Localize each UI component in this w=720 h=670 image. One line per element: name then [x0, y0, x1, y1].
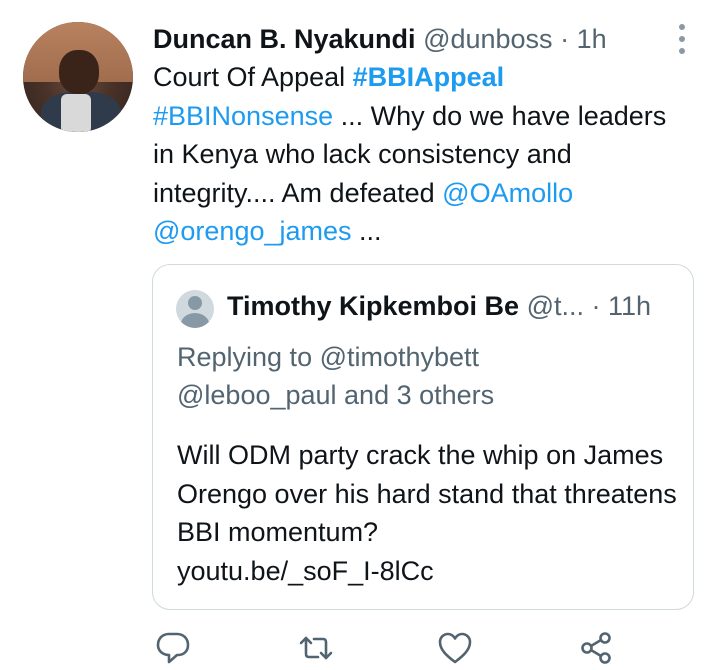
quoted-header-separator: ·: [591, 291, 601, 321]
quoted-tweet-time: 11h: [608, 291, 652, 321]
tweet-text-part: ...: [351, 216, 382, 246]
retweet-icon[interactable]: [298, 630, 334, 666]
mention-oamollo[interactable]: @OAmollo: [442, 178, 573, 208]
author-name[interactable]: Duncan B. Nyakundi: [153, 24, 416, 54]
quoted-author-name: Timothy Kipkemboi Be: [227, 291, 520, 321]
replying-others: @leboo_paul and 3 others: [177, 380, 495, 410]
more-dot: [679, 36, 685, 42]
replying-prefix: Replying to: [177, 342, 320, 372]
author-avatar[interactable]: [23, 22, 133, 132]
tweet-header: Duncan B. Nyakundi @dunboss · 1h: [153, 20, 680, 58]
like-icon[interactable]: [437, 630, 473, 666]
mention-orengo-james[interactable]: @orengo_james: [153, 216, 352, 246]
tweet-actions: [0, 630, 720, 670]
quoted-tweet-text: Will ODM party crack the whip on James O…: [177, 436, 677, 590]
hashtag-bbinonsense[interactable]: #BBINonsense: [153, 101, 333, 131]
tweet-text: Court Of Appeal #BBIAppeal #BBINonsense .…: [153, 58, 693, 251]
share-icon[interactable]: [578, 630, 614, 666]
author-handle[interactable]: @dunboss: [423, 24, 553, 54]
replying-to: Replying to @timothybett @leboo_paul and …: [177, 338, 667, 414]
default-avatar-body: [181, 313, 209, 328]
avatar-face: [59, 50, 99, 94]
avatar-shirt-detail: [61, 94, 91, 132]
quoted-tweet-header: Timothy Kipkemboi Be @t... · 11h: [227, 287, 671, 325]
more-dot: [679, 24, 685, 30]
quoted-link: youtu.be/_soF_I-8lCc: [177, 555, 434, 586]
quoted-text-body: Will ODM party crack the whip on James O…: [177, 440, 677, 547]
tweet-text-part: Court Of Appeal: [153, 62, 353, 92]
header-separator: ·: [560, 24, 570, 54]
hashtag-bbiappeal[interactable]: #BBIAppeal: [353, 62, 505, 92]
replying-handle: @timothybett: [319, 342, 480, 372]
more-dot: [679, 48, 685, 54]
quoted-author-handle: @t...: [526, 291, 584, 321]
tweet-time[interactable]: 1h: [577, 24, 607, 54]
more-options-icon[interactable]: [678, 24, 686, 54]
quoted-tweet[interactable]: Timothy Kipkemboi Be @t... · 11h Replyin…: [152, 264, 694, 610]
quoted-author-avatar: [176, 290, 214, 328]
reply-icon[interactable]: [155, 630, 191, 666]
default-avatar-head: [188, 296, 202, 310]
